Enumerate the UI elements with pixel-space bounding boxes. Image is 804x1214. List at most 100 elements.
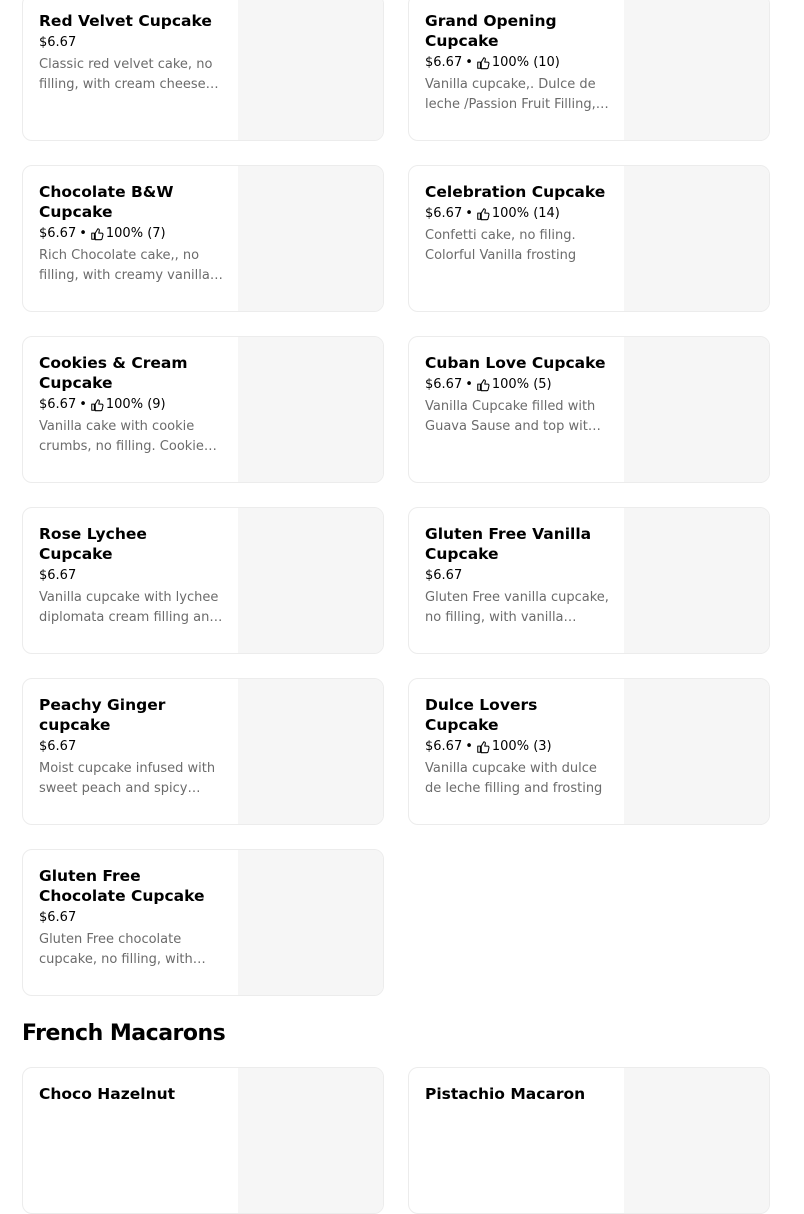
thumbs-up-icon <box>90 398 104 412</box>
menu-item-meta: $6.67 <box>39 568 223 584</box>
menu-item-description: Vanilla cupcake,. Dulce de leche /Passio… <box>425 77 596 112</box>
menu-item-description: Gluten Free vanilla cupcake, no filling,… <box>425 590 609 625</box>
menu-item-image-placeholder <box>624 508 769 653</box>
menu-item-card[interactable]: Peachy Ginger cupcake $6.67 Moist cupcake … <box>22 678 384 825</box>
menu-item-description: Vanilla cupcake with lychee diplomata cr… <box>39 590 219 625</box>
menu-item-info: Choco Hazelnut <box>39 1084 223 1104</box>
menu-item-description: Gluten Free chocolate cupcake, no fillin… <box>39 932 193 967</box>
menu-item-title: Choco Hazelnut <box>39 1085 176 1103</box>
menu-item-rating: 100% (7) <box>105 226 166 241</box>
menu-item-description: Classic red velvet cake, no filling, wit… <box>39 57 213 92</box>
menu-item-price: $6.67 <box>425 55 463 70</box>
menu-item-price: $6.67 <box>39 35 77 50</box>
menu-item-image-placeholder <box>238 0 383 140</box>
thumbs-up-icon <box>90 227 104 241</box>
menu-item-meta: $6.67 <box>425 568 609 584</box>
menu-item-info: Cookies & Cream Cupcake $6.67 • 100% (9) Van… <box>39 353 223 457</box>
meta-separator: • <box>465 206 473 221</box>
menu-item-info: Peachy Ginger cupcake $6.67 Moist cupcake … <box>39 695 223 799</box>
menu-item-image-placeholder <box>624 1068 769 1213</box>
menu-item-title: Peachy Ginger cupcake <box>39 696 166 734</box>
menu-item-info: Rose Lychee Cupcake $6.67 Vanilla cupcake … <box>39 524 223 628</box>
menu-item-card[interactable]: Choco Hazelnut <box>22 1067 384 1214</box>
menu-item-info: Pistachio Macaron <box>425 1084 609 1104</box>
menu-item-card[interactable]: Celebration Cupcake $6.67 • 100% (14) Confet… <box>408 165 770 312</box>
thumbs-up-icon <box>476 740 490 754</box>
menu-item-meta: $6.67 <box>39 910 223 926</box>
menu-item-title: Cuban Love Cupcake <box>425 354 606 372</box>
menu-item-description: Vanilla cupcake with dulce de leche fill… <box>425 761 603 796</box>
menu-item-image-placeholder <box>238 679 383 824</box>
menu-item-card[interactable]: Dulce Lovers Cupcake $6.67 • 100% (3) Vanill… <box>408 678 770 825</box>
meta-separator: • <box>465 739 473 754</box>
menu-item-card[interactable]: Cookies & Cream Cupcake $6.67 • 100% (9) Van… <box>22 336 384 483</box>
menu-item-title: Red Velvet Cupcake <box>39 12 212 30</box>
menu-item-price: $6.67 <box>425 206 463 221</box>
menu-item-price: $6.67 <box>425 568 463 583</box>
meta-separator: • <box>465 377 473 392</box>
menu-item-info: Red Velvet Cupcake $6.67 Classic red velve… <box>39 11 223 95</box>
menu-item-meta: $6.67 • 100% (14) <box>425 206 609 222</box>
menu-item-card[interactable]: Rose Lychee Cupcake $6.67 Vanilla cupcake … <box>22 507 384 654</box>
menu-item-title: Rose Lychee Cupcake <box>39 525 147 563</box>
menu-item-description: Moist cupcake infused with sweet peach a… <box>39 761 216 796</box>
thumbs-up-icon <box>476 207 490 221</box>
menu-item-card[interactable]: Pistachio Macaron <box>408 1067 770 1214</box>
menu-item-info: Gluten Free Chocolate Cupcake $6.67 Gluten… <box>39 866 223 970</box>
menu-item-image-placeholder <box>624 166 769 311</box>
meta-separator: • <box>79 397 87 412</box>
menu-item-rating: 100% (10) <box>491 55 560 70</box>
menu-item-price: $6.67 <box>39 226 77 241</box>
meta-separator: • <box>79 226 87 241</box>
menu-item-info: Grand Opening Cupcake $6.67 • 100% (10) Vani… <box>425 11 609 115</box>
menu-item-description: Vanilla Cupcake filled with Guava Sause … <box>425 399 597 434</box>
menu-item-card[interactable]: Red Velvet Cupcake $6.67 Classic red velve… <box>22 0 384 141</box>
menu-item-title: Gluten Free Chocolate Cupcake <box>39 867 205 905</box>
menu-item-info: Gluten Free Vanilla Cupcake $6.67 Gluten F… <box>425 524 609 628</box>
menu-item-info: Cuban Love Cupcake $6.67 • 100% (5) Vanilla … <box>425 353 609 437</box>
menu-item-price: $6.67 <box>39 739 77 754</box>
menu-item-meta: $6.67 • 100% (7) <box>39 226 223 242</box>
section-title-french-macarons: French Macarons <box>22 1021 226 1046</box>
menu-item-card[interactable]: Gluten Free Vanilla Cupcake $6.67 Gluten F… <box>408 507 770 654</box>
menu-item-rating: 100% (3) <box>491 739 552 754</box>
menu-item-description: Vanilla cake with cookie crumbs, no fill… <box>39 419 211 454</box>
menu-item-image-placeholder <box>238 850 383 995</box>
thumbs-up-icon <box>476 56 490 70</box>
menu-item-rating: 100% (9) <box>105 397 166 412</box>
thumbs-up-icon <box>476 378 490 392</box>
menu-item-title: Dulce Lovers Cupcake <box>425 696 538 734</box>
menu-item-title: Gluten Free Vanilla Cupcake <box>425 525 592 563</box>
menu-item-info: Celebration Cupcake $6.67 • 100% (14) Confet… <box>425 182 609 266</box>
menu-item-card[interactable]: Cuban Love Cupcake $6.67 • 100% (5) Vanilla … <box>408 336 770 483</box>
menu-item-image-placeholder <box>238 166 383 311</box>
menu-item-rating: 100% (14) <box>491 206 560 221</box>
menu-item-meta: $6.67 • 100% (3) <box>425 739 609 755</box>
menu-item-card[interactable]: Grand Opening Cupcake $6.67 • 100% (10) Vani… <box>408 0 770 141</box>
menu-item-title: Chocolate B&W Cupcake <box>39 183 174 221</box>
menu-item-meta: $6.67 • 100% (5) <box>425 377 609 393</box>
menu-item-title: Pistachio Macaron <box>425 1085 586 1103</box>
menu-item-card[interactable]: Chocolate B&W Cupcake $6.67 • 100% (7) Rich … <box>22 165 384 312</box>
menu-item-title: Celebration Cupcake <box>425 183 606 201</box>
menu-item-price: $6.67 <box>425 377 463 392</box>
menu-item-image-placeholder <box>624 337 769 482</box>
menu-item-meta: $6.67 • 100% (9) <box>39 397 223 413</box>
menu-item-rating: 100% (5) <box>491 377 552 392</box>
menu-item-image-placeholder <box>238 1068 383 1213</box>
menu-item-title: Cookies & Cream Cupcake <box>39 354 188 392</box>
menu-item-image-placeholder <box>238 508 383 653</box>
meta-separator: • <box>465 55 473 70</box>
menu-item-image-placeholder <box>624 0 769 140</box>
menu-item-price: $6.67 <box>39 568 77 583</box>
menu-item-image-placeholder <box>238 337 383 482</box>
menu-item-card[interactable]: Gluten Free Chocolate Cupcake $6.67 Gluten… <box>22 849 384 996</box>
menu-item-price: $6.67 <box>425 739 463 754</box>
menu-item-image-placeholder <box>624 679 769 824</box>
menu-item-description: Confetti cake, no filing. Colorful Vanil… <box>425 228 577 263</box>
menu-item-meta: $6.67 <box>39 35 223 51</box>
menu-item-meta: $6.67 • 100% (10) <box>425 55 609 71</box>
menu-item-price: $6.67 <box>39 910 77 925</box>
menu-item-description: Rich Chocolate cake,, no filling, with c… <box>39 248 210 283</box>
menu-item-info: Chocolate B&W Cupcake $6.67 • 100% (7) Rich … <box>39 182 223 286</box>
